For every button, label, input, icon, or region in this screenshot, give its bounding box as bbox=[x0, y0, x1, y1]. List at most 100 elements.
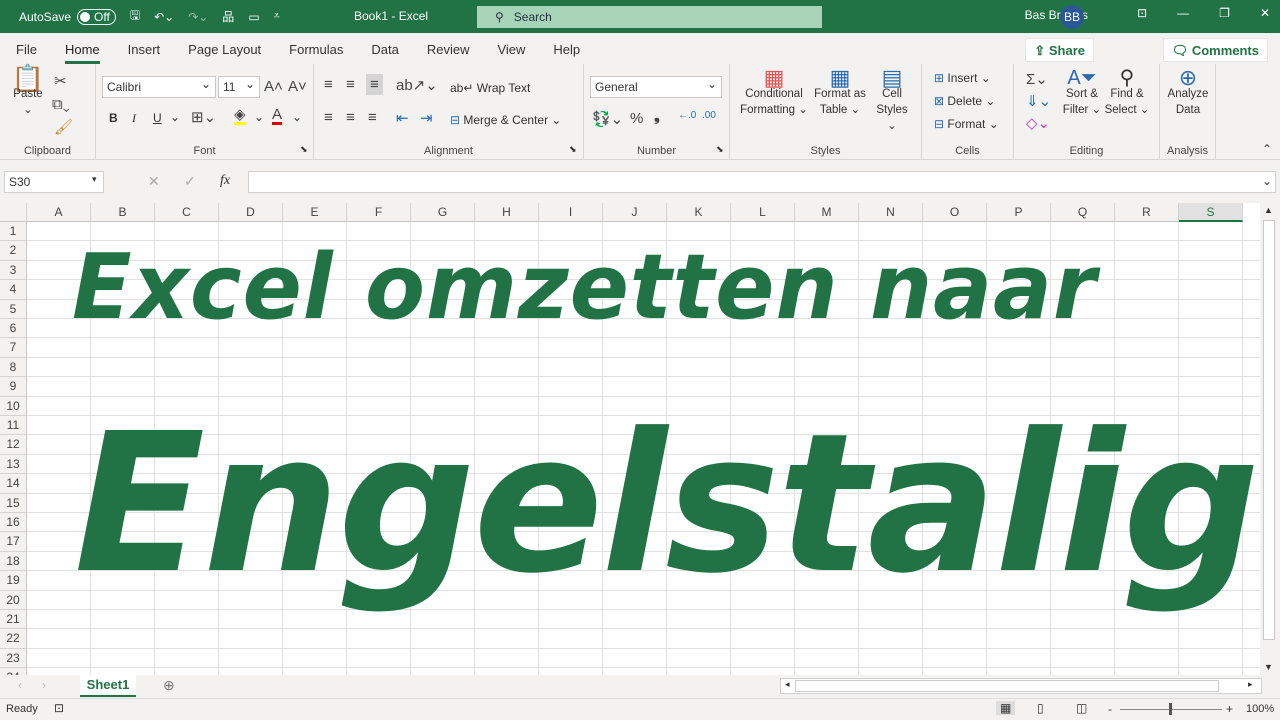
column-header-e[interactable]: E bbox=[283, 203, 347, 222]
zoom-slider-thumb[interactable] bbox=[1169, 703, 1172, 715]
italic-button[interactable]: I bbox=[132, 111, 136, 126]
decrease-font-icon[interactable]: A˅ bbox=[288, 78, 307, 95]
name-box[interactable]: S30 bbox=[4, 171, 104, 193]
column-header-n[interactable]: N bbox=[859, 203, 923, 222]
tab-view[interactable]: View bbox=[483, 36, 539, 64]
column-header-l[interactable]: L bbox=[731, 203, 795, 222]
tab-data[interactable]: Data bbox=[357, 36, 412, 64]
sheet-tab-sheet1[interactable]: Sheet1 bbox=[80, 675, 136, 697]
autosum-icon[interactable]: Σ⌄ bbox=[1026, 70, 1048, 88]
fill-icon[interactable]: ⇓⌄ bbox=[1026, 92, 1051, 110]
scroll-down-icon[interactable]: ▼ bbox=[1264, 662, 1273, 672]
increase-decimal-icon[interactable]: ←.0 bbox=[678, 110, 696, 121]
avatar[interactable]: BB bbox=[1060, 5, 1084, 29]
column-header-q[interactable]: Q bbox=[1051, 203, 1115, 222]
row-header-6[interactable]: 6 bbox=[0, 319, 27, 339]
row-header-21[interactable]: 21 bbox=[0, 610, 27, 630]
cut-icon[interactable]: ✂ bbox=[54, 72, 67, 90]
expand-formula-bar-icon[interactable]: ⌄ bbox=[1262, 174, 1272, 188]
row-header-18[interactable]: 18 bbox=[0, 551, 27, 572]
autosave-toggle[interactable]: Off bbox=[77, 8, 116, 25]
row-header-15[interactable]: 15 bbox=[0, 493, 27, 513]
save-icon[interactable]: 🖫 bbox=[130, 6, 140, 27]
column-header-k[interactable]: K bbox=[667, 203, 731, 222]
vertical-scroll-thumb[interactable] bbox=[1263, 220, 1275, 640]
conditional-formatting-button[interactable]: ▦ Conditional Formatting ⌄ bbox=[738, 67, 810, 118]
accounting-format-icon[interactable]: 💱⌄ bbox=[592, 110, 623, 128]
ribbon-display-icon[interactable]: ⊡ bbox=[1137, 6, 1147, 20]
decrease-decimal-icon[interactable]: .00 bbox=[702, 110, 716, 121]
share-button[interactable]: ⇪ Share bbox=[1025, 38, 1094, 62]
borders-icon[interactable]: ⊞⌄ bbox=[191, 108, 216, 126]
row-header-13[interactable]: 13 bbox=[0, 454, 27, 475]
align-center-icon[interactable]: ≡ bbox=[346, 109, 355, 126]
new-sheet-icon[interactable]: ⊕ bbox=[163, 677, 175, 694]
row-header-22[interactable]: 22 bbox=[0, 629, 27, 649]
fill-color-icon[interactable]: ◈ bbox=[234, 107, 246, 125]
select-all-button[interactable] bbox=[0, 203, 27, 222]
insert-cells-button[interactable]: ⊞ Insert ⌄ bbox=[934, 71, 991, 85]
tab-page-layout[interactable]: Page Layout bbox=[174, 36, 275, 64]
formula-input[interactable] bbox=[248, 171, 1276, 193]
analyze-data-button[interactable]: ⊕ Analyze Data bbox=[1164, 67, 1212, 118]
font-size-select[interactable]: 11 bbox=[218, 74, 260, 98]
format-as-table-button[interactable]: ▦ Format as Table ⌄ bbox=[812, 67, 868, 118]
column-header-m[interactable]: M bbox=[795, 203, 859, 222]
column-header-i[interactable]: I bbox=[539, 203, 603, 222]
row-header-9[interactable]: 9 bbox=[0, 377, 27, 397]
scroll-up-icon[interactable]: ▲ bbox=[1264, 205, 1273, 215]
row-header-14[interactable]: 14 bbox=[0, 474, 27, 494]
column-header-j[interactable]: J bbox=[603, 203, 667, 222]
increase-font-icon[interactable]: A˄ bbox=[264, 78, 283, 95]
fill-color-dropdown-icon[interactable]: ⌄ bbox=[254, 110, 264, 124]
row-header-2[interactable]: 2 bbox=[0, 241, 27, 261]
font-color-dropdown-icon[interactable]: ⌄ bbox=[292, 110, 302, 124]
scroll-right-icon[interactable]: ▸ bbox=[1248, 679, 1253, 690]
row-header-24[interactable]: 24 bbox=[0, 668, 27, 675]
next-sheet-icon[interactable]: › bbox=[42, 678, 46, 692]
search-box[interactable]: ⚲ Search bbox=[477, 6, 822, 28]
format-cells-button[interactable]: ⊟ Format ⌄ bbox=[934, 117, 999, 131]
row-header-12[interactable]: 12 bbox=[0, 435, 27, 455]
clear-icon[interactable]: ◇⌄ bbox=[1026, 114, 1050, 132]
delete-cells-button[interactable]: ⊠ Delete ⌄ bbox=[934, 94, 995, 108]
org-chart-icon[interactable]: 品 bbox=[222, 8, 234, 25]
collapse-ribbon-icon[interactable]: ⌃ bbox=[1262, 142, 1272, 156]
row-header-23[interactable]: 23 bbox=[0, 648, 27, 669]
column-header-b[interactable]: B bbox=[91, 203, 155, 222]
column-header-r[interactable]: R bbox=[1115, 203, 1179, 222]
macro-recording-icon[interactable]: ⊡ bbox=[54, 701, 64, 715]
align-middle-icon[interactable]: ≡ bbox=[346, 76, 355, 93]
align-right-icon[interactable]: ≡ bbox=[368, 109, 377, 126]
page-layout-view-icon[interactable]: ▯ bbox=[1037, 701, 1044, 715]
column-header-d[interactable]: D bbox=[219, 203, 283, 222]
font-name-select[interactable]: Calibri bbox=[102, 74, 216, 98]
zoom-out-icon[interactable]: - bbox=[1108, 702, 1112, 716]
column-header-s[interactable]: S bbox=[1179, 203, 1243, 222]
wrap-text-button[interactable]: ab↵ Wrap Text bbox=[450, 81, 530, 95]
name-box-dropdown-icon[interactable]: ▾ bbox=[92, 174, 97, 185]
insert-function-button[interactable]: fx bbox=[220, 173, 230, 189]
decrease-indent-icon[interactable]: ⇤ bbox=[396, 109, 409, 127]
row-header-11[interactable]: 11 bbox=[0, 416, 27, 436]
restore-icon[interactable]: ❐ bbox=[1219, 6, 1230, 20]
format-painter-icon[interactable]: 🖌 bbox=[54, 118, 73, 136]
comma-style-icon[interactable]: ❟ bbox=[654, 108, 660, 125]
font-color-icon[interactable]: A bbox=[272, 107, 283, 125]
align-left-icon[interactable]: ≡ bbox=[324, 109, 333, 126]
row-header-8[interactable]: 8 bbox=[0, 357, 27, 378]
tab-file[interactable]: File bbox=[0, 36, 51, 64]
column-header-g[interactable]: G bbox=[411, 203, 475, 222]
row-header-5[interactable]: 5 bbox=[0, 299, 27, 319]
column-header-p[interactable]: P bbox=[987, 203, 1051, 222]
row-header-7[interactable]: 7 bbox=[0, 338, 27, 358]
bold-button[interactable]: B bbox=[109, 111, 118, 125]
copy-icon[interactable]: ⧉⌄ bbox=[52, 96, 70, 113]
row-header-17[interactable]: 17 bbox=[0, 532, 27, 552]
text-box-icon[interactable]: ▭ bbox=[248, 10, 259, 24]
enter-icon[interactable]: ✓ bbox=[184, 173, 196, 190]
customize-qat-icon[interactable]: ⩡ bbox=[274, 10, 280, 23]
row-header-16[interactable]: 16 bbox=[0, 513, 27, 533]
underline-button[interactable]: U bbox=[153, 111, 162, 125]
column-header-f[interactable]: F bbox=[347, 203, 411, 222]
